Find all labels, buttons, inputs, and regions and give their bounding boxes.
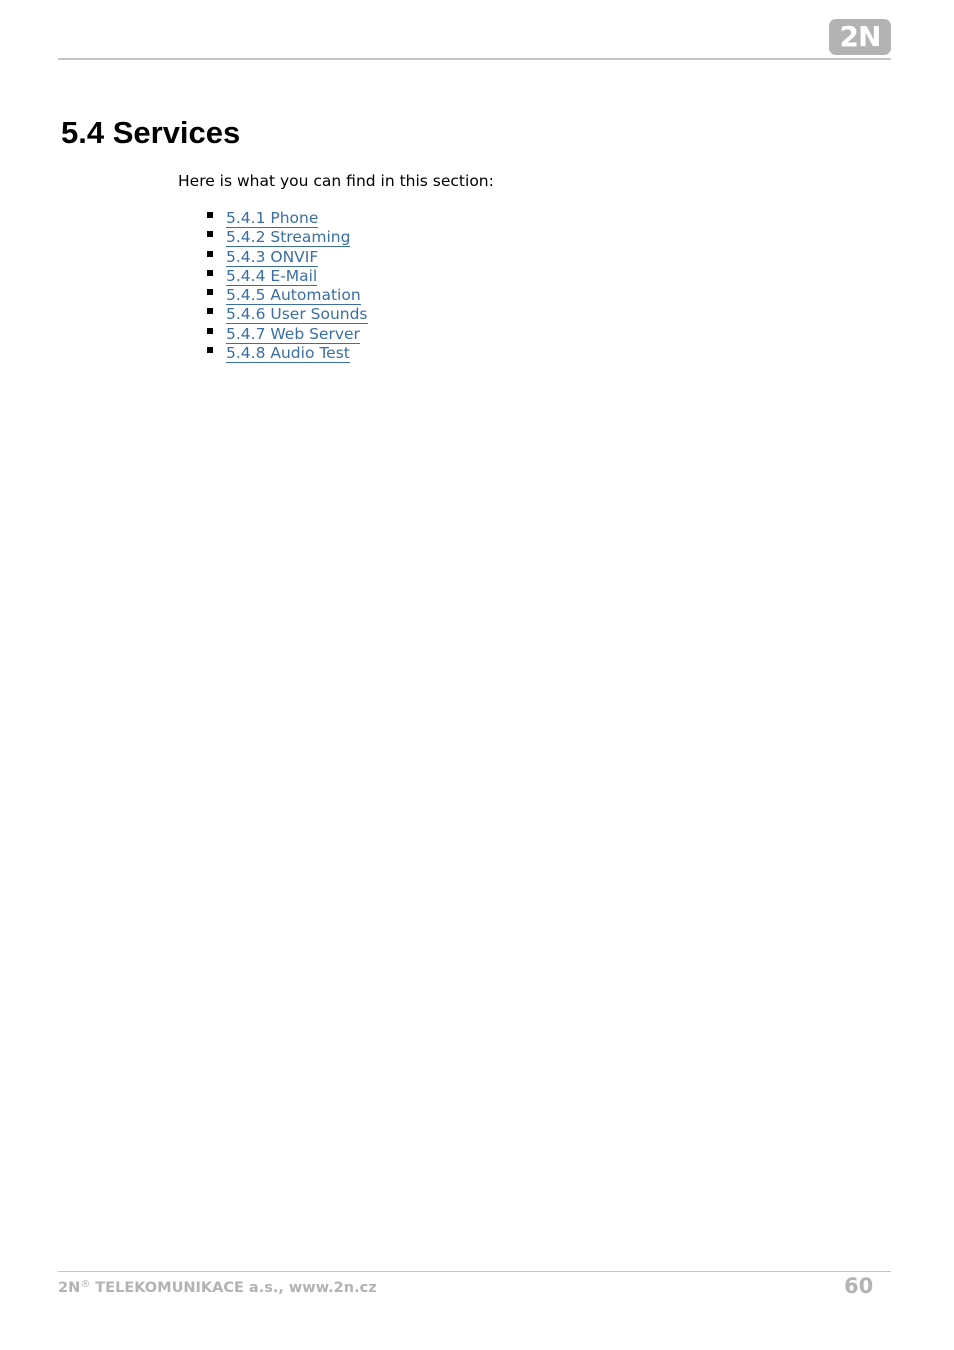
list-item: 5.4.2 Streaming [206, 227, 368, 248]
toc-link-audio-test[interactable]: 5.4.8 Audio Test [226, 344, 350, 364]
list-item: 5.4.6 User Sounds [206, 304, 368, 325]
header-divider [58, 58, 891, 60]
toc-link-email[interactable]: 5.4.4 E-Mail [226, 266, 318, 286]
toc-link-web-server[interactable]: 5.4.7 Web Server [226, 324, 360, 344]
toc-link-phone[interactable]: 5.4.1 Phone [226, 209, 319, 228]
list-item: 5.4.5 Automation [206, 285, 368, 306]
footer-company-text: TELEKOMUNIKACE a.s., www.2n.cz [90, 1280, 377, 1296]
list-item: 5.4.1 Phone [206, 208, 368, 228]
square-bullet-icon [207, 347, 213, 354]
2n-logo: 2N [829, 19, 891, 55]
footer-brand: 2N [58, 1280, 81, 1296]
list-item: 5.4.3 ONVIF [206, 247, 368, 267]
toc-link-streaming[interactable]: 5.4.2 Streaming [226, 228, 351, 248]
square-bullet-icon [207, 231, 213, 238]
square-bullet-icon [207, 289, 213, 296]
page-title: 5.4 Services [61, 115, 241, 150]
footer-company: 2N® TELEKOMUNIKACE a.s., www.2n.cz [58, 1278, 377, 1298]
square-bullet-icon [207, 327, 213, 334]
square-bullet-icon [207, 250, 213, 257]
section-intro: Here is what you can find in this sectio… [178, 172, 494, 190]
toc-link-automation[interactable]: 5.4.5 Automation [226, 286, 361, 306]
logo-text: 2N [839, 20, 882, 53]
square-bullet-icon [207, 269, 213, 276]
list-item: 5.4.8 Audio Test [206, 343, 368, 364]
list-item: 5.4.4 E-Mail [206, 266, 368, 286]
footer-divider [58, 1271, 891, 1272]
toc-link-user-sounds[interactable]: 5.4.6 User Sounds [226, 305, 368, 325]
square-bullet-icon [207, 308, 213, 315]
square-bullet-icon [207, 212, 213, 218]
list-item: 5.4.7 Web Server [206, 324, 368, 344]
page-number: 60 [844, 1274, 874, 1298]
toc-link-onvif[interactable]: 5.4.3 ONVIF [226, 247, 319, 267]
section-toc-list: 5.4.1 Phone 5.4.2 Streaming 5.4.3 ONVIF … [206, 208, 368, 364]
registered-mark: ® [80, 1279, 91, 1290]
